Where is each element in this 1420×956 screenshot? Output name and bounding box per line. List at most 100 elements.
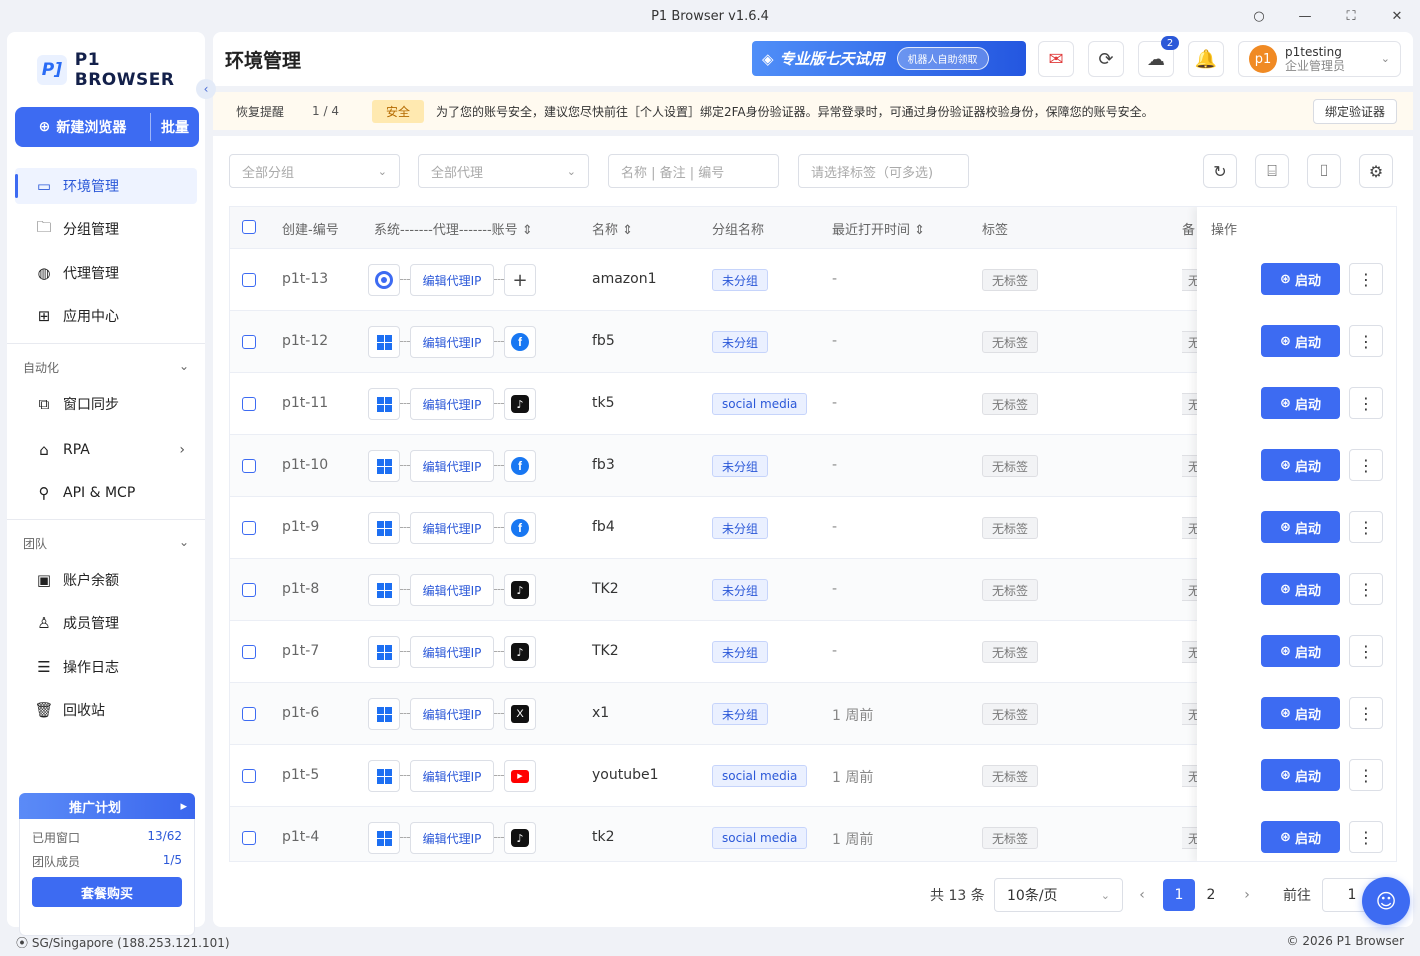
page-size-select[interactable]: 10条/页 ⌄ — [994, 878, 1123, 912]
edit-proxy-button[interactable]: 编辑代理IP — [410, 450, 494, 482]
select-all-checkbox[interactable] — [242, 220, 256, 234]
support-chat-button[interactable]: ☺ — [1362, 877, 1410, 925]
sidebar-item-window-sync[interactable]: ⧉ 窗口同步 — [15, 386, 197, 422]
account-box[interactable]: ▶ — [504, 760, 536, 792]
trial-banner[interactable]: ◈ 专业版七天试用 机器人自助领取 — [752, 41, 1026, 76]
start-button[interactable]: ⊛ 启动 — [1261, 821, 1340, 853]
sidebar-item-rpa[interactable]: ⌂ RPA › — [15, 432, 197, 468]
sidebar-item-balance[interactable]: ▣ 账户余额 — [15, 562, 197, 598]
edit-proxy-button[interactable]: 编辑代理IP — [410, 636, 494, 668]
bind-authenticator-button[interactable]: 绑定验证器 — [1312, 99, 1397, 124]
account-box[interactable]: f — [504, 326, 536, 358]
row-checkbox[interactable] — [242, 583, 256, 597]
edit-proxy-button[interactable]: 编辑代理IP — [410, 822, 494, 854]
start-button[interactable]: ⊛ 启动 — [1261, 573, 1340, 605]
edit-proxy-button[interactable]: 编辑代理IP — [410, 326, 494, 358]
more-actions-button[interactable]: ⋮ — [1349, 635, 1383, 667]
more-actions-button[interactable]: ⋮ — [1349, 821, 1383, 853]
row-checkbox[interactable] — [242, 273, 256, 287]
reload-button[interactable]: ↻ — [1203, 154, 1237, 188]
edit-proxy-button[interactable]: 编辑代理IP — [410, 760, 494, 792]
row-checkbox[interactable] — [242, 831, 256, 845]
row-checkbox[interactable] — [242, 645, 256, 659]
start-button[interactable]: ⊛ 启动 — [1261, 697, 1340, 729]
maximize-icon[interactable]: ⛶ — [1328, 0, 1374, 32]
row-checkbox[interactable] — [242, 397, 256, 411]
sidebar-item-logs[interactable]: ☰ 操作日志 — [15, 649, 197, 685]
sidebar-item-api[interactable]: ⚲ API & MCP — [15, 475, 197, 511]
sidebar-item-members[interactable]: ♙ 成员管理 — [15, 605, 197, 641]
download-badge: 2 — [1161, 36, 1179, 50]
next-page-button[interactable]: › — [1235, 879, 1259, 911]
gift-button[interactable]: ⌸ — [1255, 154, 1289, 188]
automation-section-header[interactable]: 自动化 ⌄ — [23, 359, 189, 376]
row-name: fb4 — [592, 519, 615, 535]
prev-page-button[interactable]: ‹ — [1130, 879, 1154, 911]
account-box[interactable]: f — [504, 512, 536, 544]
group-filter[interactable]: 全部分组 ⌄ — [229, 154, 400, 188]
pin-icon[interactable]: ○ — [1236, 0, 1282, 32]
collapse-sidebar-button[interactable]: ‹ — [196, 79, 216, 99]
edit-proxy-button[interactable]: 编辑代理IP — [410, 264, 494, 296]
row-checkbox[interactable] — [242, 521, 256, 535]
header-opened[interactable]: 最近打开时间 ⇕ — [832, 219, 925, 238]
batch-button[interactable]: 批量 — [151, 107, 199, 147]
more-actions-button[interactable]: ⋮ — [1349, 759, 1383, 791]
refresh-sync-button[interactable]: ⟳ — [1088, 41, 1124, 77]
edit-proxy-button[interactable]: 编辑代理IP — [410, 388, 494, 420]
minimize-icon[interactable]: — — [1282, 0, 1328, 32]
proxy-filter[interactable]: 全部代理 ⌄ — [418, 154, 589, 188]
page-button[interactable]: 1 — [1163, 879, 1195, 911]
edit-proxy-button[interactable]: 编辑代理IP — [410, 512, 494, 544]
edit-proxy-button[interactable]: 编辑代理IP — [410, 574, 494, 606]
search-input[interactable]: 名称 | 备注 | 编号 — [608, 154, 779, 188]
row-checkbox[interactable] — [242, 459, 256, 473]
header-system[interactable]: 系统-------代理-------账号 ⇕ — [374, 219, 533, 238]
sidebar-item-trash[interactable]: 🗑 回收站 — [15, 692, 197, 728]
promo-banner[interactable]: 推广计划 ▸ — [19, 793, 195, 819]
sidebar-item-apps[interactable]: ⊞ 应用中心 — [15, 298, 197, 334]
account-box[interactable]: + — [504, 264, 536, 296]
start-button[interactable]: ⊛ 启动 — [1261, 387, 1340, 419]
account-box[interactable]: f — [504, 450, 536, 482]
more-actions-button[interactable]: ⋮ — [1349, 697, 1383, 729]
more-actions-button[interactable]: ⋮ — [1349, 387, 1383, 419]
start-button[interactable]: ⊛ 启动 — [1261, 759, 1340, 791]
page-button[interactable]: 2 — [1195, 879, 1227, 911]
row-checkbox[interactable] — [242, 335, 256, 349]
start-button[interactable]: ⊛ 启动 — [1261, 635, 1340, 667]
more-actions-button[interactable]: ⋮ — [1349, 511, 1383, 543]
account-box[interactable]: X — [504, 698, 536, 730]
sidebar-item-proxies[interactable]: ◍ 代理管理 — [15, 255, 197, 291]
start-button[interactable]: ⊛ 启动 — [1261, 325, 1340, 357]
start-button[interactable]: ⊛ 启动 — [1261, 449, 1340, 481]
header-name[interactable]: 名称 ⇕ — [592, 219, 633, 238]
more-actions-button[interactable]: ⋮ — [1349, 325, 1383, 357]
account-box[interactable]: ♪ — [504, 388, 536, 420]
account-box[interactable]: ♪ — [504, 574, 536, 606]
bookmark-button[interactable]: ⌷ — [1307, 154, 1341, 188]
notification-button[interactable]: 🔔 — [1188, 41, 1224, 77]
sidebar-item-groups[interactable]: 🗀 分组管理 — [15, 211, 197, 247]
more-actions-button[interactable]: ⋮ — [1349, 449, 1383, 481]
settings-button[interactable]: ⚙ — [1359, 154, 1393, 188]
buy-plan-button[interactable]: 套餐购买 — [32, 877, 182, 907]
mail-button[interactable]: ✉ — [1038, 41, 1074, 77]
start-button[interactable]: ⊛ 启动 — [1261, 511, 1340, 543]
row-checkbox[interactable] — [242, 769, 256, 783]
new-browser-button[interactable]: ⊕ 新建浏览器 — [15, 107, 150, 147]
row-checkbox[interactable] — [242, 707, 256, 721]
play-icon: ⊛ — [1280, 767, 1291, 783]
team-section-header[interactable]: 团队 ⌄ — [23, 535, 189, 552]
close-icon[interactable]: ✕ — [1374, 0, 1420, 32]
account-box[interactable]: ♪ — [504, 636, 536, 668]
start-button[interactable]: ⊛ 启动 — [1261, 263, 1340, 295]
edit-proxy-button[interactable]: 编辑代理IP — [410, 698, 494, 730]
download-button[interactable]: ☁ 2 — [1138, 36, 1179, 77]
more-actions-button[interactable]: ⋮ — [1349, 263, 1383, 295]
more-actions-button[interactable]: ⋮ — [1349, 573, 1383, 605]
account-box[interactable]: ♪ — [504, 822, 536, 854]
sidebar-item-environments[interactable]: ▭ 环境管理 — [15, 168, 197, 204]
user-menu[interactable]: p1 p1testing 企业管理员 ⌄ — [1238, 41, 1401, 77]
tags-filter[interactable]: 请选择标签（可多选) — [798, 154, 969, 188]
